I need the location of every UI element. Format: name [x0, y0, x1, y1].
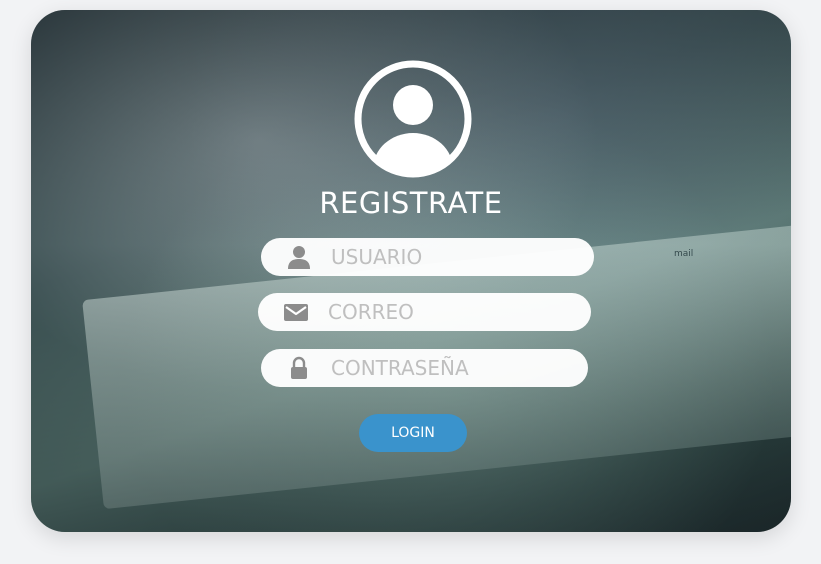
- login-button[interactable]: LOGIN: [359, 414, 467, 452]
- email-input[interactable]: [326, 299, 570, 325]
- username-input[interactable]: [329, 244, 573, 270]
- user-avatar-icon: [354, 60, 472, 178]
- form-title: REGISTRATE: [319, 186, 503, 220]
- lock-icon: [286, 355, 312, 381]
- username-field[interactable]: [261, 238, 594, 276]
- password-field[interactable]: [261, 349, 588, 387]
- registration-card: mail REGISTRATE LOGIN: [31, 10, 791, 532]
- background-mail-text: mail: [674, 249, 694, 259]
- password-input[interactable]: [329, 355, 573, 381]
- user-icon: [286, 244, 312, 270]
- email-field[interactable]: [258, 293, 591, 331]
- mail-icon: [283, 299, 309, 325]
